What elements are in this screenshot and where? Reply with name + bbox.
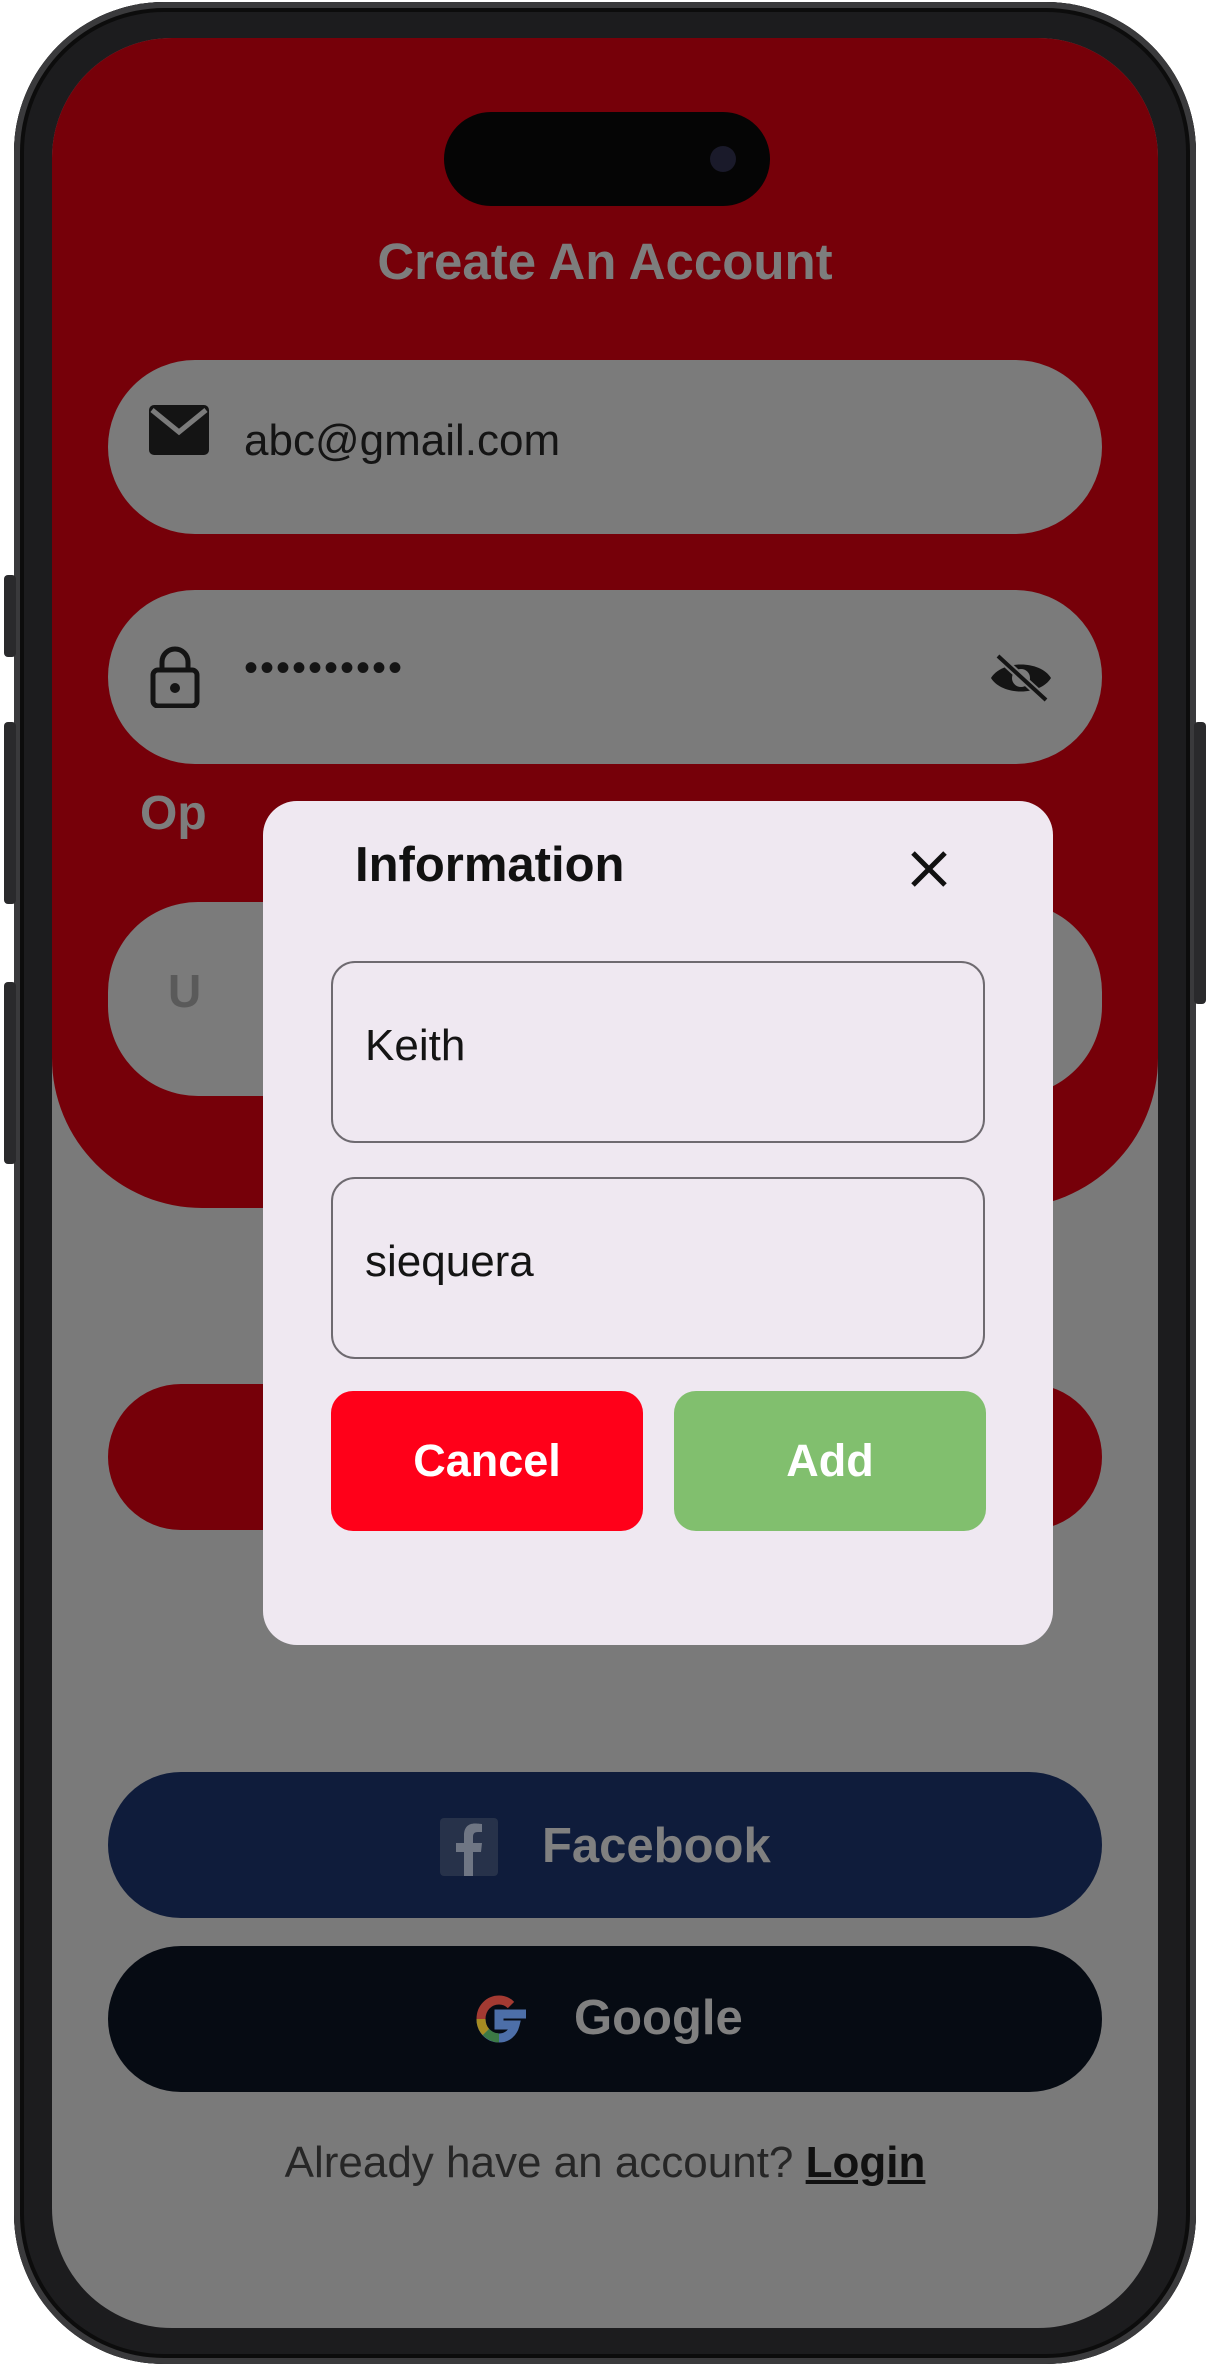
dialog-title: Information: [355, 838, 625, 892]
cancel-button[interactable]: Cancel: [331, 1391, 643, 1531]
volume-up-button: [4, 722, 16, 904]
first-name-value: Keith: [365, 1021, 466, 1070]
password-value: ••••••••••: [244, 646, 405, 690]
password-field[interactable]: ••••••••••: [108, 590, 1102, 764]
dynamic-island: [444, 112, 770, 206]
eye-off-icon[interactable]: [988, 652, 1054, 704]
lock-icon: [150, 646, 200, 708]
google-icon: [476, 1995, 526, 2043]
add-button[interactable]: Add: [674, 1391, 986, 1531]
login-prompt-text: Already have an account?: [284, 2138, 794, 2187]
mail-icon: [149, 405, 209, 455]
facebook-icon: [440, 1818, 498, 1876]
volume-down-button: [4, 982, 16, 1164]
facebook-button[interactable]: Facebook: [108, 1772, 1102, 1918]
last-name-value: siequera: [365, 1237, 534, 1286]
google-button[interactable]: Google: [108, 1946, 1102, 2092]
login-link[interactable]: Login: [806, 2138, 926, 2187]
email-value: abc@gmail.com: [244, 416, 561, 465]
options-label: Op: [140, 787, 207, 840]
first-name-field[interactable]: Keith: [331, 961, 985, 1143]
facebook-label: Facebook: [542, 1819, 771, 1873]
power-button: [1194, 722, 1206, 1004]
last-name-field[interactable]: siequera: [331, 1177, 985, 1359]
information-dialog: Information Keith siequera Cancel Add: [263, 801, 1053, 1645]
action-button: [4, 575, 16, 657]
login-prompt: Already have an account? Login: [52, 2138, 1158, 2188]
camera-icon: [710, 146, 736, 172]
google-label: Google: [574, 1991, 743, 2045]
app-screen: Create An Account abc@gmail.com ••••••••…: [52, 38, 1158, 2328]
email-field[interactable]: abc@gmail.com: [108, 360, 1102, 534]
page-title: Create An Account: [377, 233, 833, 290]
username-placeholder: U: [168, 965, 202, 1017]
close-icon[interactable]: [899, 839, 959, 899]
